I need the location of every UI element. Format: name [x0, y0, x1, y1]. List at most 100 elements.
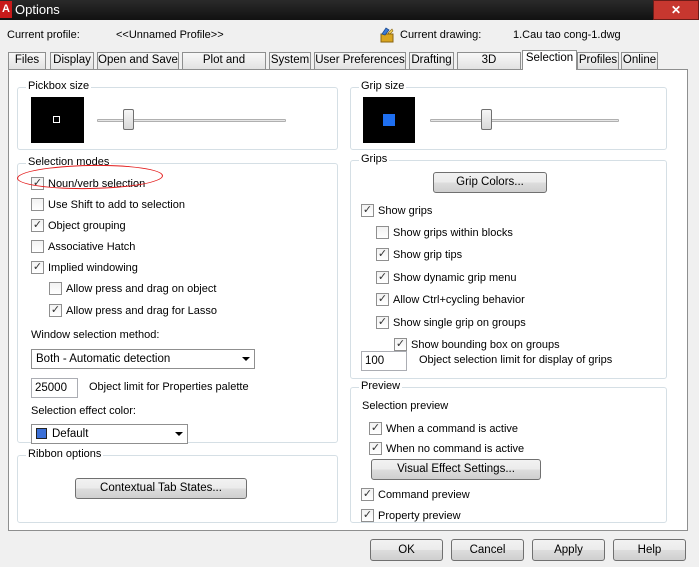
checkbox-row[interactable]: ✓ Allow press and drag for Lasso: [49, 304, 217, 318]
cancel-button[interactable]: Cancel: [451, 539, 524, 561]
checkbox-label: Show single grip on groups: [393, 317, 526, 329]
tab-system[interactable]: System: [269, 52, 311, 69]
checkbox-label: Allow press and drag on object: [66, 283, 217, 295]
checkbox-label: When a command is active: [386, 423, 519, 435]
checkbox-label: Command preview: [378, 489, 470, 501]
checkbox-unchecked-icon[interactable]: [376, 226, 389, 239]
title-bar: A Options ✕: [0, 0, 699, 20]
checkbox-checked-icon[interactable]: ✓: [376, 293, 389, 306]
pickbox-size-title: Pickbox size: [26, 80, 92, 92]
tab-files[interactable]: Files: [8, 52, 46, 69]
apply-button[interactable]: Apply: [532, 539, 605, 561]
tab-plot-and-publish[interactable]: Plot and Publish: [182, 52, 266, 81]
checkbox-label: Object grouping: [48, 220, 126, 232]
color-swatch-icon: [36, 428, 47, 439]
checkbox-row[interactable]: ✓ When no command is active: [369, 442, 524, 456]
current-profile-label: Current profile:: [7, 29, 80, 41]
checkbox-unchecked-icon[interactable]: [49, 282, 62, 295]
checkbox-row[interactable]: ✓ Command preview: [361, 488, 470, 502]
checkbox-checked-icon[interactable]: ✓: [361, 204, 374, 217]
checkbox-row[interactable]: ✓ Allow Ctrl+cycling behavior: [376, 293, 525, 307]
checkbox-label: Show grips: [378, 205, 433, 217]
grip-object-limit-input[interactable]: 100: [361, 351, 407, 371]
pickbox-size-group: Pickbox size: [17, 80, 338, 150]
checkbox-row[interactable]: ✓ Show bounding box on groups: [394, 338, 560, 352]
checkbox-row[interactable]: Associative Hatch: [31, 240, 135, 254]
checkbox-checked-icon[interactable]: ✓: [361, 488, 374, 501]
object-limit-input[interactable]: 25000: [31, 378, 78, 398]
checkbox-checked-icon[interactable]: ✓: [369, 422, 382, 435]
checkbox-row[interactable]: ✓ Show dynamic grip menu: [376, 271, 517, 285]
checkbox-row[interactable]: Show grips within blocks: [376, 226, 513, 240]
tab-drafting[interactable]: Drafting: [409, 52, 454, 69]
preview-group: Preview Selection preview ✓ When a comman…: [350, 380, 667, 523]
autocad-app-icon[interactable]: A: [0, 1, 12, 18]
checkbox-label: Use Shift to add to selection: [48, 199, 185, 211]
checkbox-checked-icon[interactable]: ✓: [376, 271, 389, 284]
checkbox-row[interactable]: ✓ Implied windowing: [31, 261, 138, 275]
tab-display[interactable]: Display: [50, 52, 94, 69]
checkbox-checked-icon[interactable]: ✓: [376, 248, 389, 261]
grip-size-title: Grip size: [359, 80, 407, 92]
grips-title: Grips: [359, 153, 390, 165]
checkbox-checked-icon[interactable]: ✓: [31, 219, 44, 232]
contextual-tab-states-button[interactable]: Contextual Tab States...: [75, 478, 247, 499]
checkbox-row[interactable]: ✓ Show grips: [361, 204, 432, 218]
ribbon-options-title: Ribbon options: [26, 448, 104, 460]
ok-button[interactable]: OK: [370, 539, 443, 561]
grips-group: Grips Grip Colors... ✓ Show grips Show gri…: [350, 153, 667, 379]
checkbox-row[interactable]: Use Shift to add to selection: [31, 198, 185, 212]
grip-size-group: Grip size: [350, 80, 667, 150]
checkbox-unchecked-icon[interactable]: [31, 198, 44, 211]
checkbox-row[interactable]: ✓ Show grip tips: [376, 248, 462, 262]
checkbox-row[interactable]: ✓ Show single grip on groups: [376, 316, 526, 330]
checkbox-unchecked-icon[interactable]: [31, 240, 44, 253]
checkbox-row[interactable]: ✓ When a command is active: [369, 422, 518, 436]
preview-title: Preview: [359, 380, 403, 392]
checkbox-checked-icon[interactable]: ✓: [49, 304, 62, 317]
checkbox-row[interactable]: Allow press and drag on object: [49, 282, 216, 296]
checkbox-label: Allow press and drag for Lasso: [66, 305, 218, 317]
checkbox-label: Show grips within blocks: [393, 227, 513, 239]
checkbox-row[interactable]: ✓ Property preview: [361, 509, 461, 523]
checkbox-checked-icon[interactable]: ✓: [376, 316, 389, 329]
checkbox-checked-icon[interactable]: ✓: [361, 509, 374, 522]
pickbox-square-icon: [53, 116, 60, 123]
window-selection-method-label: Window selection method:: [31, 329, 160, 341]
grip-slider-track[interactable]: [430, 119, 619, 122]
visual-effect-settings-button[interactable]: Visual Effect Settings...: [371, 459, 541, 480]
selection-effect-color-label: Selection effect color:: [31, 405, 136, 417]
drawing-icon: [379, 27, 395, 43]
object-limit-label: Object limit for Properties palette: [89, 381, 249, 393]
grip-object-limit-label: Object selection limit for display of gr…: [419, 354, 613, 366]
checkbox-label: When no command is active: [386, 443, 525, 455]
window-close-button[interactable]: ✕: [653, 0, 699, 20]
grip-colors-button[interactable]: Grip Colors...: [433, 172, 547, 193]
tab-profiles[interactable]: Profiles: [577, 52, 619, 69]
help-button[interactable]: Help: [613, 539, 686, 561]
window-title: Options: [15, 2, 60, 17]
window-selection-method-value: Both - Automatic detection: [36, 353, 171, 365]
checkbox-checked-icon[interactable]: ✓: [31, 261, 44, 274]
tab-online[interactable]: Online: [621, 52, 658, 69]
tab-open-and-save[interactable]: Open and Save: [97, 52, 179, 69]
grip-preview: [363, 97, 415, 143]
selection-effect-color-dropdown[interactable]: Default: [31, 424, 188, 444]
tab-user-preferences[interactable]: User Preferences: [314, 52, 406, 69]
checkbox-label: Property preview: [378, 510, 461, 522]
checkbox-checked-icon[interactable]: ✓: [394, 338, 407, 351]
checkbox-row[interactable]: ✓ Object grouping: [31, 219, 126, 233]
checkbox-label: Show bounding box on groups: [411, 339, 560, 351]
tab-selection[interactable]: Selection: [522, 50, 577, 70]
window-selection-method-dropdown[interactable]: Both - Automatic detection: [31, 349, 255, 369]
selection-tab-panel: Pickbox size Grip size Selection modes ✓…: [8, 69, 688, 531]
ribbon-options-group: Ribbon options Contextual Tab States...: [17, 448, 338, 523]
grip-square-icon: [383, 114, 395, 126]
grip-slider-thumb[interactable]: [480, 109, 492, 130]
selection-effect-color-value: Default: [52, 428, 89, 440]
checkbox-checked-icon[interactable]: ✓: [369, 442, 382, 455]
pickbox-slider-thumb[interactable]: [123, 109, 135, 130]
selection-preview-label: Selection preview: [362, 400, 449, 412]
tab-3d-modeling[interactable]: 3D Modeling: [457, 52, 521, 81]
current-profile-value: <<Unnamed Profile>>: [116, 29, 224, 41]
